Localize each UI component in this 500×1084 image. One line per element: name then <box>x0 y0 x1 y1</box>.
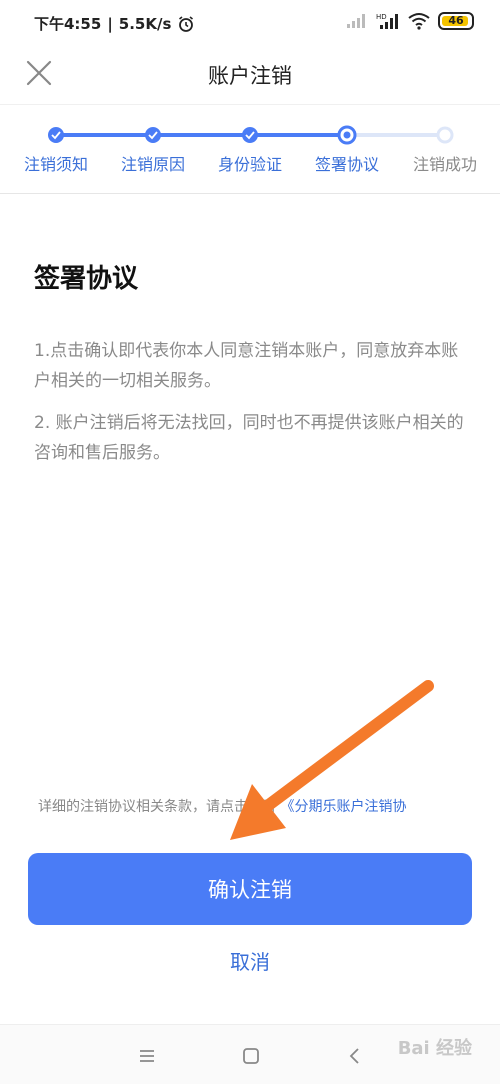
step-dot-done-icon <box>242 127 258 143</box>
agreement-paragraph-1: 1.点击确认即代表你本人同意注销本账户，同意放弃本账户相关的一切相关服务。 <box>34 341 459 391</box>
svg-text:HD: HD <box>376 13 387 21</box>
battery-level: 46 <box>448 14 464 27</box>
signal-icon <box>347 14 365 28</box>
step-label-identity: 身份验证 <box>217 155 282 174</box>
step-label-reason: 注销原因 <box>120 155 185 174</box>
status-divider: | <box>107 14 113 33</box>
agreement-paragraph-2: 2. 账户注销后将无法找回，同时也不再提供该账户相关的咨询和售后服务。 <box>34 413 464 463</box>
status-right: HD 46 <box>346 12 474 30</box>
step-label-agreement: 签署协议 <box>314 155 379 174</box>
status-time: 下午4:55 <box>34 15 102 33</box>
home-icon[interactable] <box>238 1043 264 1069</box>
step-dot-done-icon <box>145 127 161 143</box>
agreement-link[interactable]: 《分期乐账户注销协 <box>280 799 406 815</box>
cancel-button[interactable]: 取消 <box>0 946 500 975</box>
wifi-icon <box>408 13 430 30</box>
battery-icon: 46 <box>438 12 474 30</box>
back-icon[interactable] <box>342 1043 368 1069</box>
step-label-notice: 注销须知 <box>23 155 88 174</box>
stepper-track <box>48 125 454 145</box>
watermark-logo: Bai 经验 <box>397 1038 472 1059</box>
signal-hd-icon: HD <box>376 13 398 29</box>
alarm-icon <box>179 15 194 32</box>
step-dot-pending-icon <box>436 126 454 144</box>
menu-icon[interactable] <box>134 1043 160 1069</box>
progress-stepper: 注销须知 注销原因 身份验证 签署协议 注销成功 <box>0 104 500 194</box>
confirm-cancel-account-button[interactable]: 确认注销 <box>28 853 472 925</box>
step-dot-done-icon <box>48 127 64 143</box>
nav-bar: 账户注销 <box>0 44 500 104</box>
step-label-success: 注销成功 <box>412 155 477 174</box>
page-title: 账户注销 <box>208 64 292 88</box>
status-bar: 下午4:55 | 5.5K/s HD 46 <box>0 0 500 44</box>
agreement-notice: 详细的注销协议相关条款，请点击查看 《分期乐账户注销协 <box>38 796 478 816</box>
section-title: 签署协议 <box>34 264 139 294</box>
step-dot-current-icon <box>337 125 357 145</box>
status-left: 下午4:55 | 5.5K/s <box>34 13 195 34</box>
status-network-speed: 5.5K/s <box>118 14 172 33</box>
agreement-notice-text: 详细的注销协议相关条款，请点击查看 <box>38 799 276 815</box>
